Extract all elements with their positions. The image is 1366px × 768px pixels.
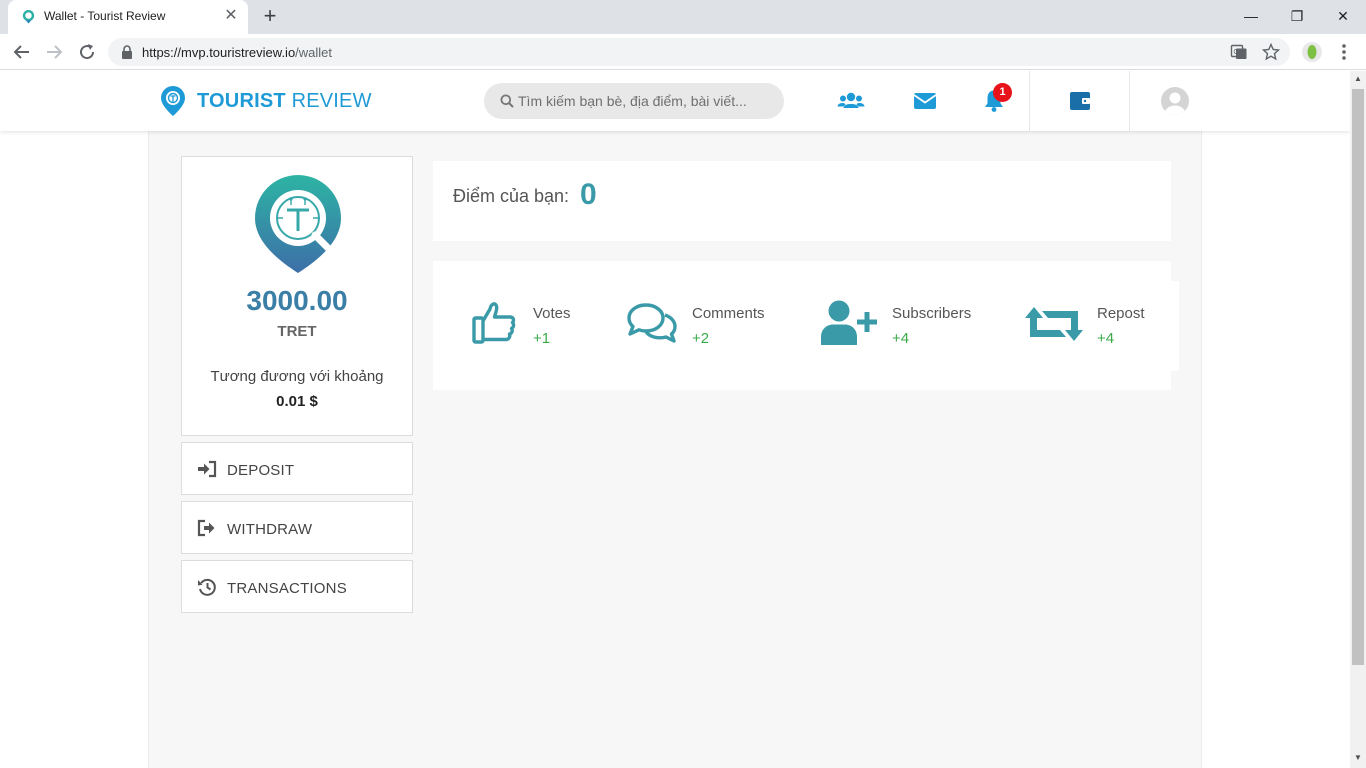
stat-votes-value: +1 <box>533 330 551 347</box>
main-content: 3000.00 TRET Tương đương với khoảng 0.01… <box>148 131 1202 768</box>
logo-pin-icon[interactable] <box>159 85 187 117</box>
forward-icon[interactable] <box>42 40 66 64</box>
user-plus-icon <box>821 300 877 345</box>
site-logo[interactable]: TOURIST REVIEW <box>197 90 372 113</box>
stat-repost-value: +4 <box>1097 330 1115 347</box>
notification-badge: 1 <box>993 83 1012 102</box>
currency-unit: TRET <box>277 323 317 340</box>
reload-icon[interactable] <box>75 40 99 64</box>
close-window-button[interactable]: ✕ <box>1320 2 1366 30</box>
wallet-icon[interactable] <box>1066 89 1094 113</box>
stat-repost-label: Repost <box>1097 305 1145 322</box>
page-scrollbar[interactable]: ▲ ▼ <box>1350 71 1366 768</box>
withdraw-button[interactable]: WITHDRAW <box>181 501 413 554</box>
extension-icon[interactable] <box>1302 42 1322 62</box>
back-icon[interactable] <box>10 40 34 64</box>
svg-text:G: G <box>1234 49 1239 56</box>
users-icon[interactable] <box>837 89 865 113</box>
browser-toolbar: https://mvp.touristreview.io/wallet G <box>0 34 1366 70</box>
search-icon <box>500 94 514 108</box>
envelope-icon[interactable] <box>911 89 939 113</box>
header-divider <box>1029 71 1030 131</box>
browser-menu-icon[interactable] <box>1336 42 1352 62</box>
transactions-label: TRANSACTIONS <box>227 580 347 597</box>
equivalent-label: Tương đương với khoảng <box>210 368 384 385</box>
stat-votes-label: Votes <box>533 305 571 322</box>
favicon-icon <box>22 9 35 24</box>
search-input[interactable] <box>484 83 784 119</box>
wallet-balance: 3000.00 <box>246 285 348 316</box>
equivalent-value: 0.01 $ <box>276 393 318 410</box>
tab-close-icon[interactable]: ✕ <box>222 7 240 25</box>
stat-subscribers-label: Subscribers <box>892 305 972 322</box>
header-divider <box>1129 71 1130 131</box>
stats-card-edge <box>1171 281 1179 371</box>
withdraw-label: WITHDRAW <box>227 521 313 538</box>
points-value: 0 <box>580 178 597 211</box>
comments-icon <box>627 303 677 343</box>
history-icon <box>198 578 216 596</box>
address-bar[interactable]: https://mvp.touristreview.io/wallet G <box>108 38 1290 66</box>
retweet-icon <box>1025 307 1083 341</box>
transactions-button[interactable]: TRANSACTIONS <box>181 560 413 613</box>
avatar-icon[interactable] <box>1160 86 1190 116</box>
stat-subscribers-value: +4 <box>892 330 910 347</box>
scroll-up-icon[interactable]: ▲ <box>1354 75 1362 83</box>
tourist-review-coin-icon <box>255 175 341 273</box>
activity-stats-card: Votes +1 Comments +2 Subscribers +4 Repo… <box>433 261 1179 390</box>
scroll-down-icon[interactable]: ▼ <box>1354 754 1362 762</box>
minimize-button[interactable]: — <box>1228 2 1274 30</box>
stat-comments-label: Comments <box>692 305 765 322</box>
sign-in-icon <box>198 460 217 478</box>
stat-comments-value: +2 <box>692 330 710 347</box>
deposit-button[interactable]: DEPOSIT <box>181 442 413 495</box>
deposit-label: DEPOSIT <box>227 462 295 479</box>
url-text: https://mvp.touristreview.io/wallet <box>142 45 333 60</box>
points-label: Điểm của bạn: <box>453 186 570 206</box>
browser-tabstrip: Wallet - Tourist Review ✕ + — ❐ ✕ <box>0 0 1366 34</box>
scrollbar-thumb[interactable] <box>1352 89 1364 665</box>
thumbs-up-icon <box>472 302 516 344</box>
balance-card: 3000.00 TRET Tương đương với khoảng 0.01… <box>181 156 413 436</box>
browser-tab[interactable]: Wallet - Tourist Review ✕ <box>8 0 248 34</box>
bookmark-star-icon[interactable] <box>1262 43 1280 61</box>
site-header: TOURIST REVIEW 1 <box>0 71 1350 131</box>
page: TOURIST REVIEW 1 <box>0 71 1350 768</box>
tab-title: Wallet - Tourist Review <box>44 9 166 23</box>
translate-icon[interactable]: G <box>1230 43 1248 61</box>
points-card: Điểm của bạn: 0 <box>433 161 1171 241</box>
sign-out-icon <box>197 519 215 537</box>
maximize-button[interactable]: ❐ <box>1274 2 1320 30</box>
lock-icon <box>122 45 132 59</box>
new-tab-button[interactable]: + <box>258 5 282 29</box>
